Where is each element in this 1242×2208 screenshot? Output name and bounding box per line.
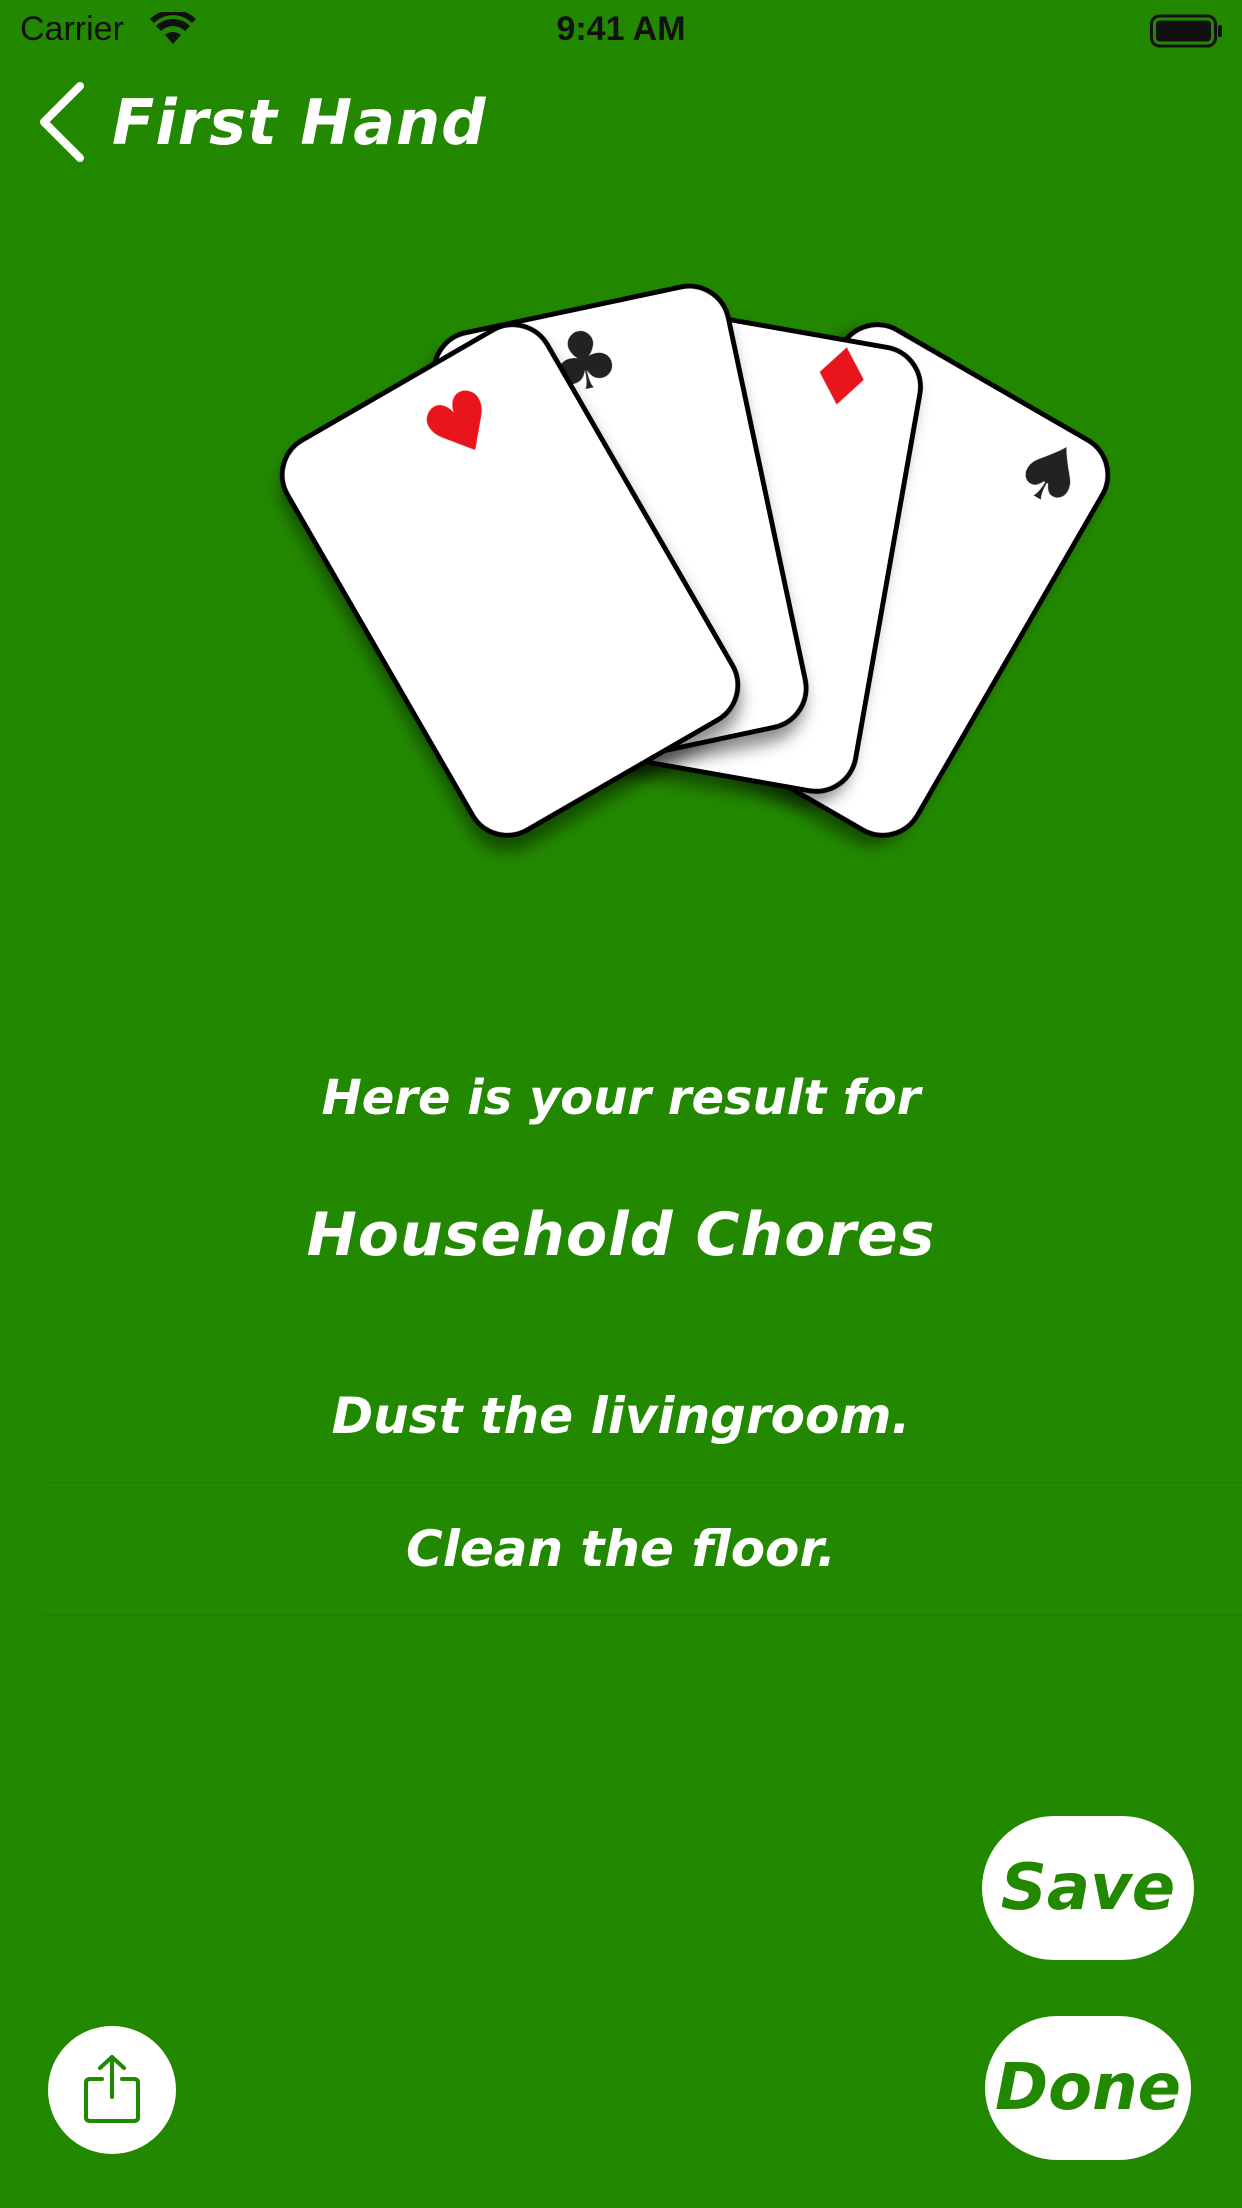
nav-title: First Hand <box>112 85 487 159</box>
playing-cards-illustration: ♠ ♦ ♣ ♥ <box>279 283 1111 838</box>
save-button[interactable]: Save <box>982 1816 1194 1960</box>
list-item[interactable]: Dust the livingroom. <box>42 1350 1242 1483</box>
list-item[interactable]: Clean the floor. <box>42 1483 1242 1616</box>
status-bar: Carrier 9:41 AM <box>0 0 1242 60</box>
share-button[interactable] <box>48 2026 176 2154</box>
share-icon <box>80 2053 144 2128</box>
result-category: Household Chores <box>306 1200 936 1270</box>
status-time: 9:41 AM <box>556 10 686 48</box>
done-button[interactable]: Done <box>985 2016 1191 2160</box>
result-intro: Here is your result for <box>321 1070 921 1126</box>
back-button[interactable]: First Hand <box>36 72 487 172</box>
battery-icon <box>1150 14 1224 52</box>
chevron-left-icon <box>36 80 86 164</box>
result-list: Dust the livingroom. Clean the floor. <box>42 1350 1242 1616</box>
